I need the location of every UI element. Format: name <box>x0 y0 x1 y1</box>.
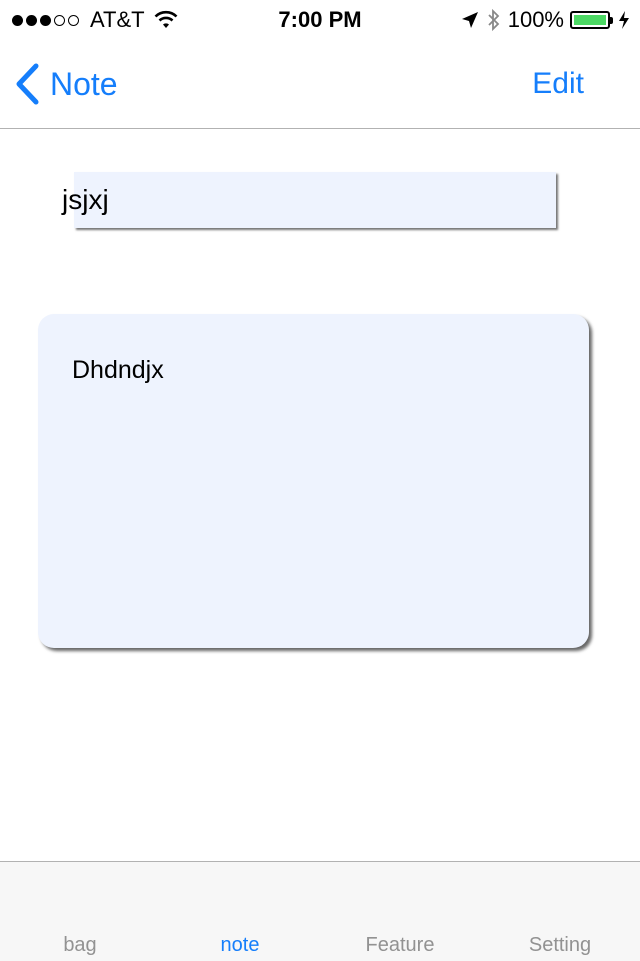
wifi-icon <box>154 10 178 28</box>
battery-fill <box>574 15 606 25</box>
edit-button[interactable]: Edit <box>532 67 584 101</box>
status-bar: AT&T 7:00 PM 100% <box>0 0 640 40</box>
signal-dot <box>68 14 79 26</box>
back-button[interactable]: Note <box>14 62 118 106</box>
tab-bag[interactable]: bag <box>0 934 160 957</box>
note-body-text[interactable]: Dhdndjx <box>72 356 164 385</box>
battery-percent: 100% <box>507 7 564 32</box>
status-right: 100% <box>454 7 630 33</box>
signal-strength-icon <box>12 14 82 26</box>
tab-setting[interactable]: Setting <box>480 934 640 957</box>
navigation-bar: Note Edit <box>0 40 640 129</box>
bluetooth-icon <box>488 8 499 32</box>
signal-dot <box>12 14 23 26</box>
status-left: AT&T <box>12 7 179 33</box>
note-title-text[interactable]: jsjxj <box>62 184 109 216</box>
tab-bar: bag note Feature Setting <box>0 861 640 961</box>
note-body-field[interactable]: Dhdndjx <box>38 314 589 648</box>
tab-note[interactable]: note <box>160 934 320 957</box>
carrier-name: AT&T <box>90 7 145 32</box>
signal-dot <box>40 14 51 26</box>
signal-dot <box>54 14 65 26</box>
location-arrow-icon <box>461 12 478 28</box>
note-title-field[interactable] <box>74 172 556 228</box>
chevron-left-icon <box>16 63 39 105</box>
tab-feature[interactable]: Feature <box>320 934 480 957</box>
back-button-label: Note <box>50 65 118 102</box>
battery-icon <box>570 11 613 29</box>
signal-dot <box>26 14 37 26</box>
charging-bolt-icon <box>619 11 629 29</box>
